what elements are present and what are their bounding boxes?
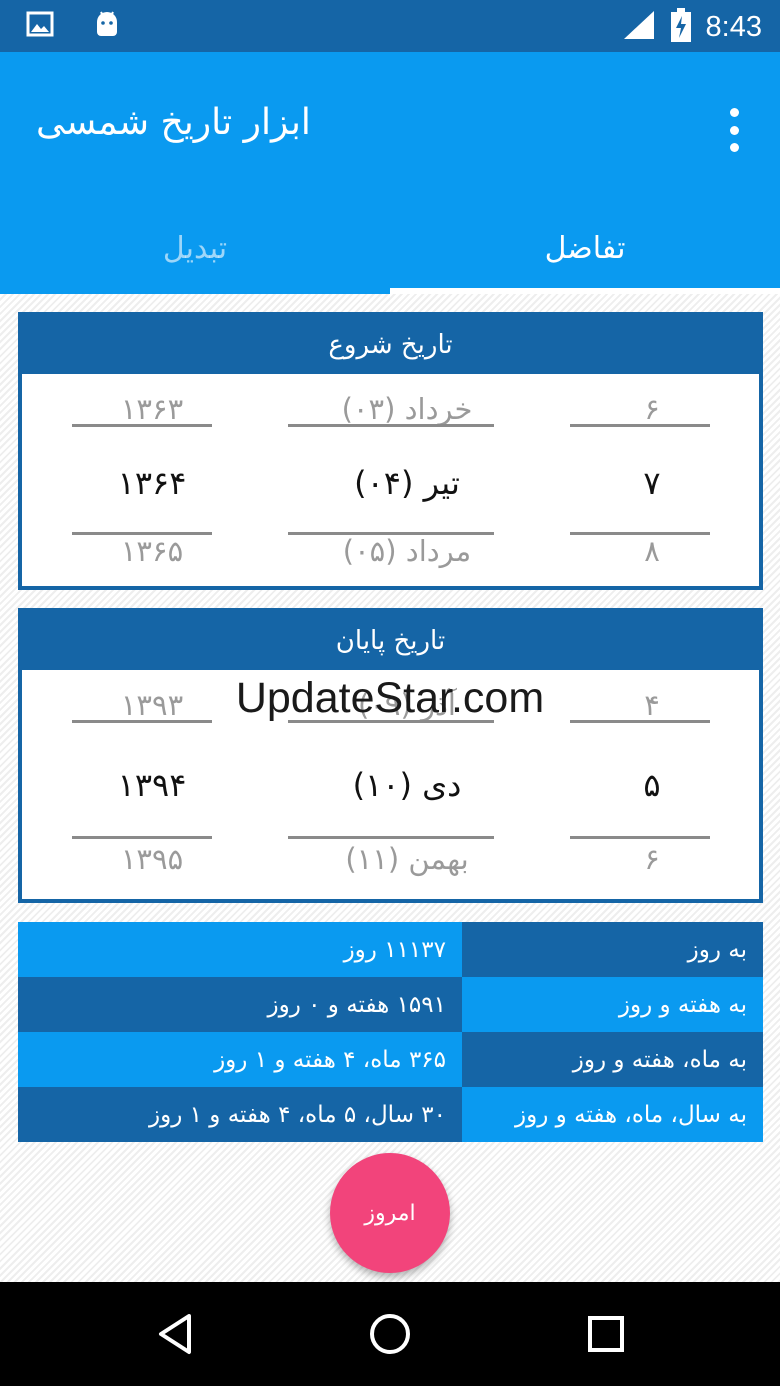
recents-icon[interactable] (576, 1308, 636, 1360)
day-prev[interactable]: ۶ (542, 392, 762, 426)
result-label: به هفته و روز (462, 977, 763, 1032)
result-value: ۱۵۹۱ هفته و ۰ روز (18, 977, 462, 1032)
day-current[interactable]: ۵ (542, 766, 762, 804)
month-next[interactable]: بهمن (۱۱) (282, 842, 532, 876)
end-date-header: تاریخ پایان (22, 612, 759, 670)
result-row: ۱۵۹۱ هفته و ۰ روز به هفته و روز (18, 977, 763, 1032)
android-icon (94, 10, 120, 42)
month-next[interactable]: مرداد (۰۵) (282, 534, 532, 568)
watermark: UpdateStar.com (235, 674, 545, 722)
day-current[interactable]: ۷ (542, 464, 762, 502)
navigation-bar (0, 1282, 780, 1386)
result-value: ۳۶۵ ماه، ۴ هفته و ۱ روز (18, 1032, 462, 1087)
status-time: 8:43 (705, 10, 762, 43)
content-area: تاریخ شروع ۱۳۶۳ ۱۳۶۴ ۱۳۶۵ خرداد (۰۳) تیر… (0, 294, 780, 1282)
day-picker[interactable]: ۶ ۷ ۸ (542, 374, 762, 586)
result-value: ۱۱۱۳۷ روز (18, 922, 462, 977)
picker-divider (288, 836, 494, 839)
picker-divider (288, 424, 494, 427)
image-icon (26, 11, 54, 41)
tab-difference[interactable]: تفاضل (390, 202, 780, 294)
month-prev[interactable]: خرداد (۰۳) (282, 392, 532, 426)
picker-divider (570, 836, 710, 839)
today-button[interactable]: امروز (330, 1153, 450, 1273)
result-row: ۳۶۵ ماه، ۴ هفته و ۱ روز به ماه، هفته و ر… (18, 1032, 763, 1087)
year-current[interactable]: ۱۳۶۴ (42, 464, 262, 502)
status-bar: 8:43 (0, 0, 780, 52)
app-bar: ابزار تاریخ شمسی تبدیل تفاضل (0, 52, 780, 294)
year-current[interactable]: ۱۳۹۴ (42, 766, 262, 804)
picker-divider (72, 836, 212, 839)
result-row: ۳۰ سال، ۵ ماه، ۴ هفته و ۱ روز به سال، ما… (18, 1087, 763, 1142)
result-value: ۳۰ سال، ۵ ماه، ۴ هفته و ۱ روز (18, 1087, 462, 1142)
year-next[interactable]: ۱۳۶۵ (42, 534, 262, 568)
more-vert-icon[interactable] (724, 108, 744, 152)
battery-charging-icon (670, 8, 692, 46)
month-current[interactable]: دی (۱۰) (282, 766, 532, 804)
result-label: به سال، ماه، هفته و روز (462, 1087, 763, 1142)
year-picker[interactable]: ۱۳۶۳ ۱۳۶۴ ۱۳۶۵ (42, 374, 262, 586)
result-row: ۱۱۱۳۷ روز به روز (18, 922, 763, 977)
app-title: ابزار تاریخ شمسی (36, 102, 311, 143)
home-icon[interactable] (360, 1308, 420, 1360)
day-next[interactable]: ۸ (542, 534, 762, 568)
result-label: به روز (462, 922, 763, 977)
end-date-card: تاریخ پایان ۱۳۹۳ ۱۳۹۴ ۱۳۹۵ آذر (۰۹) دی (… (18, 608, 763, 903)
start-date-header: تاریخ شروع (22, 316, 759, 374)
year-prev[interactable]: ۱۳۶۳ (42, 392, 262, 426)
picker-divider (570, 424, 710, 427)
back-icon[interactable] (145, 1308, 205, 1360)
signal-icon (622, 9, 656, 45)
day-next[interactable]: ۶ (542, 842, 762, 876)
year-next[interactable]: ۱۳۹۵ (42, 842, 262, 876)
start-date-card: تاریخ شروع ۱۳۶۳ ۱۳۶۴ ۱۳۶۵ خرداد (۰۳) تیر… (18, 312, 763, 590)
tab-convert[interactable]: تبدیل (0, 202, 390, 294)
result-label: به ماه، هفته و روز (462, 1032, 763, 1087)
results-table: ۱۱۱۳۷ روز به روز ۱۵۹۱ هفته و ۰ روز به هف… (18, 922, 763, 1142)
start-date-picker: ۱۳۶۳ ۱۳۶۴ ۱۳۶۵ خرداد (۰۳) تیر (۰۴) مرداد… (22, 374, 759, 586)
month-current[interactable]: تیر (۰۴) (282, 464, 532, 502)
tab-bar: تبدیل تفاضل (0, 202, 780, 294)
picker-divider (72, 424, 212, 427)
month-picker[interactable]: خرداد (۰۳) تیر (۰۴) مرداد (۰۵) (282, 374, 532, 586)
